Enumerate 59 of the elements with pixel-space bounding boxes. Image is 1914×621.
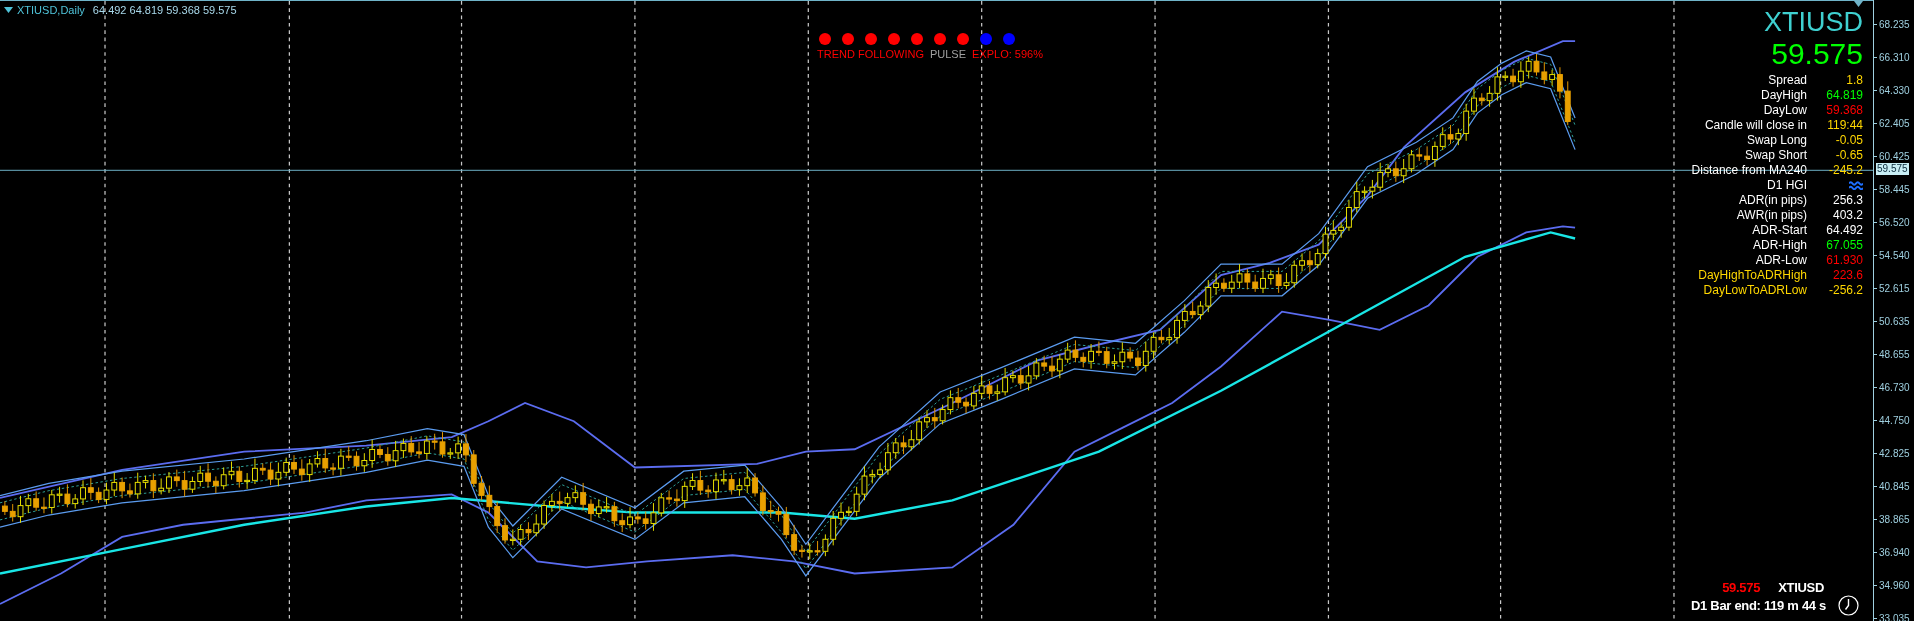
bar-countdown: D1 Bar end: 119 m 44 s [1690,597,1826,615]
info-value: 64.819 [1825,88,1863,103]
info-label: ADR(in pips) [1738,193,1807,208]
info-value: 64.492 [1825,223,1863,238]
price-tick-label: 60.425 [1879,150,1910,164]
price-tick-label: 50.635 [1879,315,1910,329]
info-label: DayLowToADRLow [1702,283,1807,298]
info-symbol: XTIUSD [1764,7,1863,37]
info-label: ADR-Low [1754,253,1807,268]
price-tick-label: 36.940 [1879,546,1910,560]
info-value: -0.65 [1834,148,1863,163]
info-value: -0.05 [1834,133,1863,148]
trend-label: TREND FOLLOWING [817,48,924,61]
info-value: 119:44 [1826,118,1863,133]
price-tick-label: 64.330 [1879,84,1910,98]
info-value: -256.2 [1827,283,1863,298]
clock-icon [1838,595,1859,616]
info-value: 403.2 [1831,208,1863,223]
price-tick-label: 66.310 [1879,51,1910,65]
price-tick-label: 62.405 [1879,117,1910,131]
chart-symbol: XTIUSD,Daily [17,3,85,17]
info-label: Candle will close in [1703,118,1807,133]
price-tick-label: 58.445 [1879,183,1910,197]
info-label: ADR-High [1752,238,1807,253]
info-label: DayLow [1762,103,1807,118]
info-label: DayHighToADRHigh [1697,268,1807,283]
pulse-label: PULSE [929,48,967,61]
price-tick-label: 52.615 [1879,282,1910,296]
info-value: 256.3 [1831,193,1863,208]
price-tick-label: 48.655 [1879,348,1910,362]
price-tick-label: 38.865 [1879,513,1910,527]
info-price: 59.575 [1771,37,1863,71]
timer-symbol: XTIUSD [1778,579,1824,597]
info-value: 61.930 [1825,253,1863,268]
price-tick-label: 56.520 [1879,216,1910,230]
price-tick-label: 44.750 [1879,414,1910,428]
explo-label: EXPLO: 596% [972,48,1043,61]
price-tick-label: 40.845 [1879,480,1910,494]
info-label: AWR(in pips) [1735,208,1807,223]
info-label: Spread [1767,73,1807,88]
price-tick-label: 68.235 [1879,18,1910,32]
info-value: 223.6 [1831,268,1863,283]
info-label: D1 HGI [1766,178,1807,193]
dropdown-triangle-icon[interactable] [4,7,13,13]
current-price-tag: 59.575 [1876,163,1909,175]
price-tick-label: 46.730 [1879,381,1910,395]
info-label: Swap Long [1745,133,1807,148]
ohlc-values: 64.492 64.819 59.368 59.575 [92,3,237,17]
info-label: ADR-Start [1751,223,1807,238]
info-label: DayHigh [1759,88,1807,103]
info-value: 1.8 [1845,73,1863,88]
info-label: Swap Short [1743,148,1807,163]
timer-price: 59.575 [1722,579,1761,597]
info-value: 67.055 [1825,238,1863,253]
price-tick-label: 54.540 [1879,249,1910,263]
chart-shift-marker-icon[interactable] [1854,1,1863,7]
price-tick-label: 42.825 [1879,447,1910,461]
price-tick-label: 34.960 [1879,579,1910,593]
info-value: 59.368 [1825,103,1863,118]
